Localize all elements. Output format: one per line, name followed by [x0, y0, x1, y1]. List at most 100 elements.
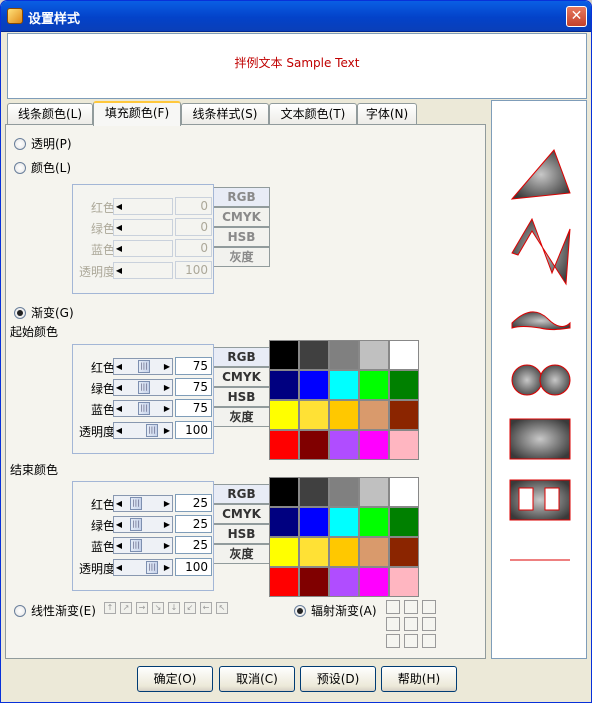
color-swatch[interactable] — [329, 537, 359, 567]
color-swatch[interactable] — [389, 477, 419, 507]
color-swatch[interactable] — [329, 340, 359, 370]
color-swatch[interactable] — [299, 370, 329, 400]
slider-thumb[interactable]: ||| — [138, 402, 150, 415]
cancel-button[interactable]: 取消(C) — [219, 666, 295, 692]
center-cell[interactable] — [404, 600, 418, 614]
color-swatch[interactable] — [389, 537, 419, 567]
color-swatch[interactable] — [299, 507, 329, 537]
mode-tab-cmyk[interactable]: CMYK — [214, 367, 270, 387]
color-swatch[interactable] — [359, 507, 389, 537]
center-cell[interactable] — [404, 634, 418, 648]
green-slider[interactable]: ◀ — [113, 219, 173, 236]
radial-gradient-radio[interactable]: 辐射渐变(A) — [294, 602, 377, 619]
slider-right-arrow-icon[interactable]: ▶ — [162, 496, 172, 511]
color-swatch[interactable] — [269, 507, 299, 537]
color-swatch[interactable] — [359, 340, 389, 370]
center-cell[interactable] — [386, 617, 400, 631]
slider-thumb[interactable]: ||| — [138, 360, 150, 373]
slider-left-arrow-icon[interactable]: ◀ — [114, 538, 124, 553]
center-cell[interactable] — [404, 617, 418, 631]
slider-left-arrow-icon[interactable]: ◀ — [114, 241, 124, 256]
center-cell[interactable] — [422, 617, 436, 631]
tab-fill-color[interactable]: 填充颜色(F) — [93, 101, 181, 126]
mode-tab-rgb[interactable]: RGB — [214, 484, 270, 504]
alpha-value[interactable]: 100 — [175, 421, 212, 439]
slider-left-arrow-icon[interactable]: ◀ — [114, 263, 124, 278]
tab-line-style[interactable]: 线条样式(S) — [181, 103, 269, 125]
red-value[interactable]: 25 — [175, 494, 212, 512]
slider-right-arrow-icon[interactable]: ▶ — [162, 359, 172, 374]
mode-tab-rgb[interactable]: RGB — [214, 347, 270, 367]
slider-thumb[interactable]: ||| — [138, 381, 150, 394]
slider-left-arrow-icon[interactable]: ◀ — [114, 496, 124, 511]
slider-right-arrow-icon[interactable]: ▶ — [162, 401, 172, 416]
color-swatch[interactable] — [329, 370, 359, 400]
default-button[interactable]: 预设(D) — [300, 666, 376, 692]
mode-tab-hsb[interactable]: HSB — [214, 227, 270, 247]
green-value[interactable]: 75 — [175, 378, 212, 396]
color-swatch[interactable] — [299, 567, 329, 597]
color-swatch[interactable] — [299, 340, 329, 370]
color-swatch[interactable] — [359, 400, 389, 430]
slider-right-arrow-icon[interactable]: ▶ — [162, 517, 172, 532]
color-swatch[interactable] — [269, 477, 299, 507]
color-swatch[interactable] — [299, 477, 329, 507]
red-value[interactable]: 0 — [175, 197, 212, 215]
color-swatch[interactable] — [389, 430, 419, 460]
mode-tab-cmyk[interactable]: CMYK — [214, 207, 270, 227]
title-bar[interactable]: 设置样式 ✕ — [1, 1, 591, 32]
direction-left-icon[interactable]: ← — [200, 602, 212, 614]
tab-font[interactable]: 字体(N) — [357, 103, 417, 125]
direction-up-right-icon[interactable]: ↗ — [120, 602, 132, 614]
slider-thumb[interactable]: ||| — [130, 539, 142, 552]
color-swatch[interactable] — [359, 537, 389, 567]
slider-thumb[interactable]: ||| — [130, 518, 142, 531]
color-swatch[interactable] — [329, 430, 359, 460]
transparent-radio[interactable]: 透明(P) — [14, 135, 72, 152]
red-value[interactable]: 75 — [175, 357, 212, 375]
slider-left-arrow-icon[interactable]: ◀ — [114, 359, 124, 374]
blue-slider[interactable]: ◀ — [113, 240, 173, 257]
center-cell[interactable] — [422, 634, 436, 648]
mode-tab-rgb[interactable]: RGB — [214, 187, 270, 207]
color-swatch[interactable] — [299, 537, 329, 567]
mode-tab-hsb[interactable]: HSB — [214, 524, 270, 544]
mode-tab-gray[interactable]: 灰度 — [214, 407, 270, 427]
slider-left-arrow-icon[interactable]: ◀ — [114, 199, 124, 214]
alpha-value[interactable]: 100 — [175, 558, 212, 576]
slider-thumb[interactable]: ||| — [130, 497, 142, 510]
color-swatch[interactable] — [389, 370, 419, 400]
ok-button[interactable]: 确定(O) — [137, 666, 213, 692]
color-swatch[interactable] — [329, 477, 359, 507]
direction-down-right-icon[interactable]: ↘ — [152, 602, 164, 614]
red-slider[interactable]: ◀ — [113, 198, 173, 215]
color-swatch[interactable] — [389, 507, 419, 537]
slider-right-arrow-icon[interactable]: ▶ — [162, 560, 172, 575]
blue-slider[interactable]: ◀ ||| ▶ — [113, 537, 173, 554]
gradient-radio[interactable]: 渐变(G) — [14, 304, 74, 321]
direction-up-icon[interactable]: ↑ — [104, 602, 116, 614]
slider-left-arrow-icon[interactable]: ◀ — [114, 380, 124, 395]
blue-value[interactable]: 0 — [175, 239, 212, 257]
color-swatch[interactable] — [329, 507, 359, 537]
alpha-slider[interactable]: ◀ ||| ▶ — [113, 422, 173, 439]
color-swatch[interactable] — [269, 400, 299, 430]
green-value[interactable]: 0 — [175, 218, 212, 236]
color-swatch[interactable] — [269, 340, 299, 370]
red-slider[interactable]: ◀ ||| ▶ — [113, 495, 173, 512]
green-slider[interactable]: ◀ ||| ▶ — [113, 516, 173, 533]
color-swatch[interactable] — [329, 567, 359, 597]
mode-tab-gray[interactable]: 灰度 — [214, 544, 270, 564]
mode-tab-cmyk[interactable]: CMYK — [214, 504, 270, 524]
color-swatch[interactable] — [329, 400, 359, 430]
color-swatch[interactable] — [269, 567, 299, 597]
color-swatch[interactable] — [269, 370, 299, 400]
color-swatch[interactable] — [299, 400, 329, 430]
slider-right-arrow-icon[interactable]: ▶ — [162, 380, 172, 395]
direction-right-icon[interactable]: → — [136, 602, 148, 614]
tab-line-color[interactable]: 线条颜色(L) — [7, 103, 93, 125]
blue-value[interactable]: 75 — [175, 399, 212, 417]
alpha-slider[interactable]: ◀ ||| ▶ — [113, 559, 173, 576]
direction-down-left-icon[interactable]: ↙ — [184, 602, 196, 614]
red-slider[interactable]: ◀ ||| ▶ — [113, 358, 173, 375]
